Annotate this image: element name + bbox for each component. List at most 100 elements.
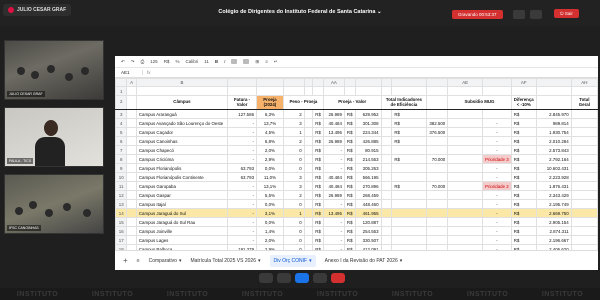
settings-icon[interactable] — [530, 10, 542, 19]
total-geral-cell[interactable]: 2.845.970 — [535, 109, 572, 119]
proeja-cell[interactable]: 13,1% — [256, 181, 284, 191]
cell[interactable] — [380, 145, 393, 155]
cell[interactable] — [126, 226, 137, 236]
row-number[interactable]: 16 — [115, 226, 128, 236]
total-geral-cell[interactable]: 2.195.749 — [535, 199, 572, 209]
currency-cell[interactable]: R$ — [510, 226, 537, 236]
cell[interactable] — [303, 235, 314, 245]
cell[interactable] — [380, 199, 393, 209]
row-number[interactable]: 11 — [115, 181, 128, 191]
table-row[interactable]: 8 Campus Criciúma -2,9% 0 R$ - R$ 214.553 R$ 70.0… — [115, 154, 598, 164]
fatura-cell[interactable]: 63.793 — [227, 172, 258, 182]
campus-cell[interactable]: Campus Itajaí — [135, 199, 229, 209]
peso-cell[interactable]: 2 — [282, 109, 305, 119]
currency-cell[interactable]: R$ — [510, 190, 537, 200]
cell[interactable] — [447, 154, 484, 164]
campus-cell[interactable]: Campus Jaraguá do Sul Rau — [135, 217, 229, 227]
diferenca-cell[interactable]: - — [482, 127, 512, 137]
valor-cell[interactable]: - — [322, 154, 345, 164]
cell[interactable] — [126, 208, 137, 218]
row-number[interactable]: 9 — [115, 163, 128, 173]
currency-cell[interactable]: R$ — [391, 136, 428, 146]
total-geral-cell[interactable]: 2.223.928 — [535, 172, 572, 182]
total-geral-cell[interactable]: 1.876.431 — [535, 181, 572, 191]
subsidio-cell[interactable] — [426, 199, 449, 209]
table-row[interactable]: 5 Campus Caçador -4,5% 1 R$ 13.495 R$ 224.344 R$… — [115, 127, 598, 137]
total-geral-cell[interactable]: 989.814 — [535, 118, 572, 128]
currency-icon[interactable]: R$ — [164, 59, 170, 64]
cell[interactable] — [447, 109, 484, 119]
currency-cell[interactable]: R$ — [510, 136, 537, 146]
subsidio-cell[interactable] — [426, 190, 449, 200]
peso-cell[interactable]: 0 — [282, 163, 305, 173]
cell[interactable] — [447, 172, 484, 182]
borders-icon[interactable]: ⊞ — [255, 59, 259, 65]
subsidio-cell[interactable] — [426, 226, 449, 236]
campus-cell[interactable]: Campus Criciúma — [135, 154, 229, 164]
currency-cell[interactable]: R$ — [343, 190, 356, 200]
row-number[interactable]: 15 — [115, 217, 128, 227]
valor-cell[interactable]: - — [322, 199, 345, 209]
align-icon[interactable]: ≡ — [265, 59, 268, 64]
fatura-cell[interactable]: - — [227, 154, 258, 164]
diferenca-cell[interactable]: - — [482, 118, 512, 128]
cell[interactable] — [126, 109, 137, 119]
subsidio-cell[interactable]: 70.000 — [426, 181, 449, 191]
cell[interactable] — [447, 136, 484, 146]
fatura-cell[interactable]: - — [227, 181, 258, 191]
cell[interactable] — [380, 217, 393, 227]
currency-cell[interactable]: R$ — [510, 163, 537, 173]
campus-cell[interactable]: Campus Lages — [135, 235, 229, 245]
valor-cell[interactable]: - — [322, 217, 345, 227]
cell[interactable] — [303, 136, 314, 146]
fill-color-icon[interactable] — [243, 59, 250, 64]
cell[interactable] — [303, 190, 314, 200]
cell[interactable] — [380, 136, 393, 146]
cell[interactable] — [126, 217, 137, 227]
row-number[interactable]: 10 — [115, 172, 128, 182]
currency-cell[interactable]: R$ — [510, 181, 537, 191]
peso-cell[interactable]: 3 — [282, 118, 305, 128]
cell[interactable] — [126, 235, 137, 245]
peso-cell[interactable]: 2 — [282, 136, 305, 146]
proeja-cell[interactable]: 2,0% — [256, 235, 284, 245]
zoom-select[interactable]: 125 — [150, 59, 158, 64]
diferenca-cell[interactable]: - — [482, 190, 512, 200]
proeja-cell[interactable]: 0,0% — [256, 217, 284, 227]
currency-cell[interactable]: R$ — [391, 154, 428, 164]
diferenca-cell[interactable]: - — [482, 172, 512, 182]
subsidio-cell[interactable] — [426, 145, 449, 155]
proeja-cell[interactable]: 0,0% — [256, 199, 284, 209]
currency-cell[interactable] — [391, 217, 428, 227]
cell[interactable] — [570, 109, 598, 119]
subsidio-cell[interactable] — [426, 136, 449, 146]
tab-div-orc-conif[interactable]: Div Orç CONIF ▾ — [269, 254, 316, 267]
cell[interactable] — [447, 208, 484, 218]
currency-cell[interactable]: R$ — [343, 127, 356, 137]
table-row[interactable]: 4 Campus Avançado São Lourenço do Oeste -1… — [115, 118, 598, 128]
cell[interactable] — [126, 118, 137, 128]
cell[interactable] — [303, 172, 314, 182]
row-number[interactable]: 14 — [115, 208, 128, 218]
valor-cell[interactable]: 26.989 — [322, 109, 345, 119]
fatura-cell[interactable]: - — [227, 127, 258, 137]
currency-cell[interactable] — [391, 199, 428, 209]
share-screen-button[interactable] — [295, 273, 309, 283]
valor-cell[interactable]: - — [322, 163, 345, 173]
total-cell[interactable]: 224.344 — [354, 127, 382, 137]
table-row[interactable]: 12 Campus Gaspar -5,5% 2 R$ 26.989 R$ 268.459- R… — [115, 190, 598, 200]
valor-cell[interactable]: - — [322, 226, 345, 236]
currency-cell[interactable]: R$ — [510, 145, 537, 155]
cell[interactable] — [447, 118, 484, 128]
peso-cell[interactable]: 1 — [282, 127, 305, 137]
currency-cell[interactable]: R$ — [343, 118, 356, 128]
cell-reference[interactable]: AE1 — [115, 70, 143, 75]
cell[interactable] — [303, 217, 314, 227]
cell[interactable] — [380, 172, 393, 182]
exit-button[interactable]: ⏻ Sair — [554, 9, 579, 18]
peso-cell[interactable]: 3 — [282, 181, 305, 191]
cell[interactable] — [447, 226, 484, 236]
total-geral-cell[interactable]: 2.010.284 — [535, 136, 572, 146]
currency-cell[interactable]: R$ — [510, 154, 537, 164]
currency-cell[interactable]: R$ — [312, 235, 324, 245]
